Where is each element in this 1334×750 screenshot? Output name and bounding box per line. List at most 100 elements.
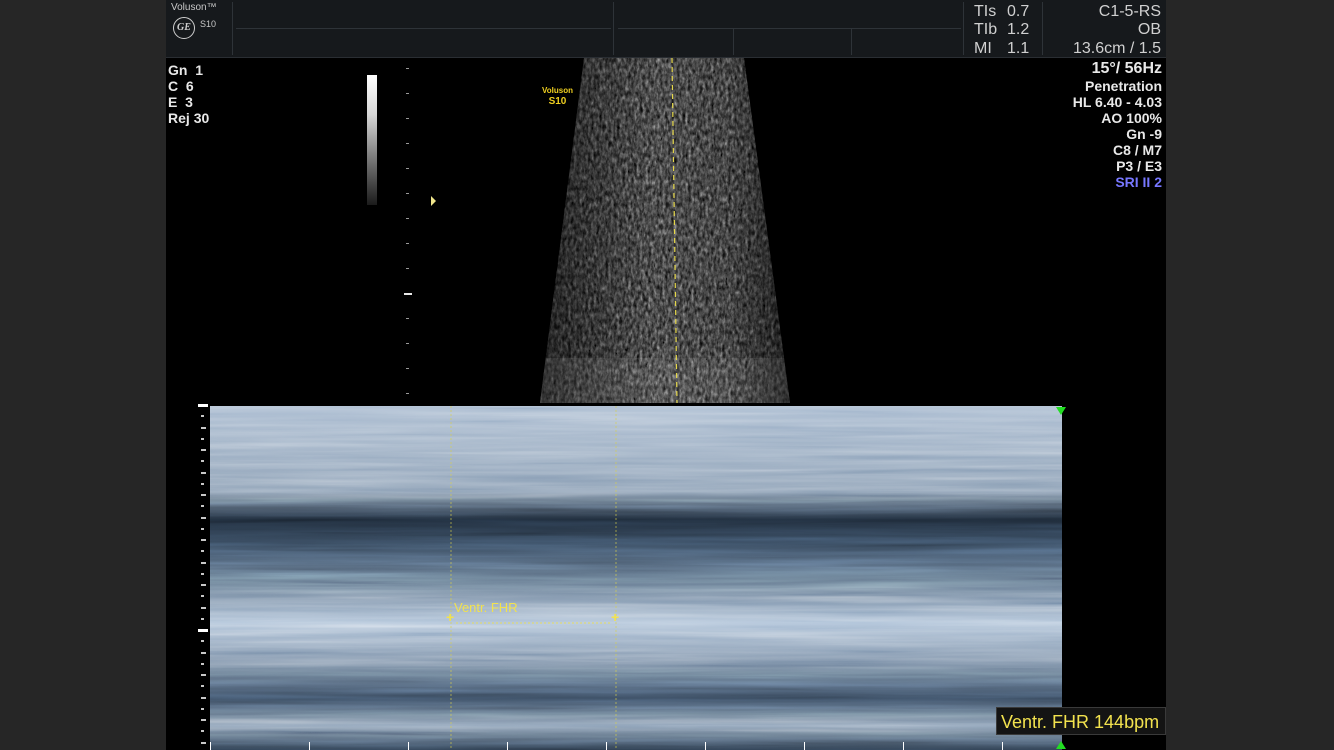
depth-scale: [404, 60, 414, 400]
param-rej: Rej 30: [168, 110, 210, 126]
divider: [963, 2, 964, 55]
depth-tick: [404, 293, 412, 295]
m-mode-depth-tick: [201, 572, 204, 575]
brand-model: S10: [200, 19, 217, 29]
m-mode-depth-tick: [201, 651, 206, 654]
b-mode-sector-image: [540, 58, 790, 403]
m-mode-depth-tick: [201, 426, 206, 429]
param-pe: P3 / E3: [1116, 158, 1162, 174]
focus-marker-icon[interactable]: [431, 196, 436, 206]
m-mode-depth-tick: [201, 662, 204, 665]
m-mode-depth-tick: [201, 449, 206, 451]
param-hl: HL 6.40 - 4.03: [1072, 94, 1162, 110]
param-ao: AO 100%: [1101, 110, 1162, 126]
preset-name: OB: [1137, 21, 1161, 38]
param-gn: Gn 1: [168, 62, 204, 78]
measurement-label: Ventr. FHR: [454, 600, 518, 615]
depth-tick: [406, 393, 409, 394]
time-tick: [507, 742, 508, 750]
divider: [1042, 2, 1043, 55]
depth-tick: [406, 193, 409, 194]
param-sri: SRI II 2: [1115, 174, 1162, 190]
m-mode-depth-tick: [201, 674, 206, 676]
m-mode-depth-tick: [201, 527, 204, 530]
m-mode-depth-tick: [198, 404, 208, 407]
top-info-bar: Voluson™ GE S10 TIs 0.7 TIb 1.2 MI 1.1 C…: [166, 0, 1166, 58]
time-tick: [408, 742, 409, 750]
m-mode-depth-tick: [201, 539, 206, 541]
caliper-cross-icon[interactable]: +: [611, 610, 619, 624]
depth-tick: [406, 318, 409, 319]
m-mode-depth-tick: [201, 516, 206, 519]
measurement-result: Ventr. FHR 144bpm: [996, 707, 1166, 735]
image-watermark: Voluson S10: [542, 86, 573, 107]
divider: [851, 28, 852, 55]
time-tick: [804, 742, 805, 750]
m-mode-depth-tick: [201, 482, 204, 485]
brand-name: Voluson™: [171, 2, 217, 13]
m-mode-time-axis: [210, 742, 1062, 750]
mi-value: 1.1: [1007, 40, 1030, 57]
mi-label: MI: [974, 40, 992, 57]
m-mode-depth-tick: [201, 561, 206, 564]
depth-tick: [406, 68, 409, 69]
m-mode-depth-tick: [201, 550, 204, 553]
grayscale-bar: [367, 75, 377, 205]
mode-penetration: Penetration: [1084, 78, 1162, 94]
time-tick: [606, 742, 607, 750]
tis-value: 0.7: [1007, 3, 1030, 20]
time-tick: [309, 742, 310, 750]
ultrasound-screen: Voluson™ GE S10 TIs 0.7 TIb 1.2 MI 1.1 C…: [166, 0, 1166, 750]
m-mode-depth-tick: [201, 719, 206, 721]
m-mode-depth-tick: [201, 617, 204, 620]
probe-name: C1-5-RS: [1098, 3, 1161, 20]
param-cm: C8 / M7: [1112, 142, 1162, 158]
green-triangle-icon: [1056, 407, 1066, 415]
m-mode-depth-scale: [198, 404, 210, 750]
m-mode-depth-tick: [201, 741, 206, 744]
time-tick: [705, 742, 706, 750]
m-mode-depth-tick: [201, 584, 206, 586]
m-mode-depth-tick: [201, 707, 204, 710]
m-mode-depth-tick: [201, 696, 206, 699]
depth-tick: [406, 268, 409, 269]
m-mode-depth-tick: [201, 471, 206, 474]
green-triangle-icon: [1056, 741, 1066, 749]
m-mode-depth-tick: [201, 494, 206, 496]
divider: [232, 2, 233, 55]
m-mode-trace: [210, 406, 1062, 750]
m-mode-depth-tick: [201, 606, 206, 609]
time-tick: [1002, 742, 1003, 750]
divider: [613, 2, 614, 55]
depth-tick: [406, 118, 409, 119]
m-mode-depth-tick: [201, 437, 204, 440]
angle-frequency: 15°/ 56Hz: [1091, 60, 1162, 77]
m-mode-depth-tick: [201, 685, 204, 688]
divider: [618, 28, 961, 29]
m-mode-depth-tick: [198, 629, 208, 632]
m-mode-depth-tick: [201, 505, 204, 508]
caliper-cross-icon[interactable]: +: [446, 610, 454, 624]
depth-tick: [406, 368, 409, 369]
tib-label: TIb: [974, 21, 998, 38]
ge-logo-icon: GE: [173, 17, 195, 39]
divider: [733, 28, 734, 55]
m-mode-depth-tick: [201, 415, 204, 418]
time-tick: [210, 742, 211, 750]
time-tick: [903, 742, 904, 750]
depth-tick: [406, 143, 409, 144]
param-c: C 6: [168, 78, 194, 94]
tib-value: 1.2: [1007, 21, 1030, 38]
param-e: E 3: [168, 94, 193, 110]
m-mode-depth-tick: [201, 595, 204, 598]
depth-tick: [406, 343, 409, 344]
m-mode-depth-tick: [201, 460, 204, 463]
divider: [236, 28, 611, 29]
param-gn-right: Gn -9: [1126, 126, 1162, 142]
depth-tick: [406, 218, 409, 219]
tis-label: TIs: [974, 3, 997, 20]
depth-info: 13.6cm / 1.5: [1072, 40, 1161, 57]
m-mode-depth-tick: [201, 640, 204, 643]
depth-tick: [406, 168, 409, 169]
depth-tick: [406, 243, 409, 244]
